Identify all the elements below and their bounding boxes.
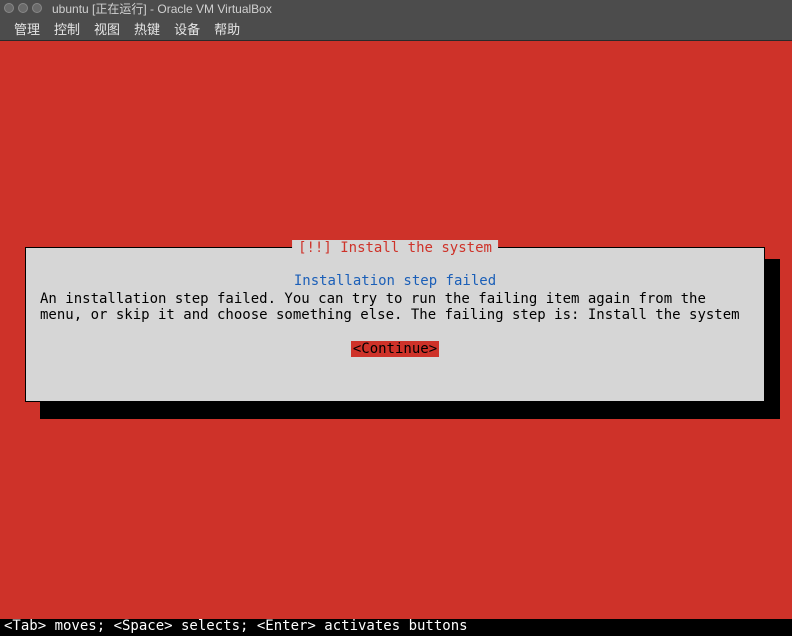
menu-devices[interactable]: 设备 xyxy=(174,19,200,38)
continue-button[interactable]: <Continue> xyxy=(351,341,439,357)
window-title: ubuntu [正在运行] - Oracle VM VirtualBox xyxy=(52,0,272,17)
window-close-button[interactable] xyxy=(4,3,14,13)
window-maximize-button[interactable] xyxy=(32,3,42,13)
menu-manage[interactable]: 管理 xyxy=(14,19,40,38)
menu-hotkeys[interactable]: 热键 xyxy=(134,19,160,38)
menubar: 管理 控制 视图 热键 设备 帮助 xyxy=(0,16,792,41)
menu-control[interactable]: 控制 xyxy=(54,19,80,38)
window-titlebar: ubuntu [正在运行] - Oracle VM VirtualBox xyxy=(0,0,792,16)
dialog-subtitle: Installation step failed xyxy=(40,273,750,289)
window-minimize-button[interactable] xyxy=(18,3,28,13)
dialog-title: [!!] Install the system xyxy=(292,240,498,256)
vm-display: [!!] Install the system Installation ste… xyxy=(0,41,792,636)
dialog-message: An installation step failed. You can try… xyxy=(40,291,750,323)
footer-hint: <Tab> moves; <Space> selects; <Enter> ac… xyxy=(0,619,792,636)
error-dialog: [!!] Install the system Installation ste… xyxy=(25,247,765,402)
menu-help[interactable]: 帮助 xyxy=(214,19,240,38)
menu-view[interactable]: 视图 xyxy=(94,19,120,38)
